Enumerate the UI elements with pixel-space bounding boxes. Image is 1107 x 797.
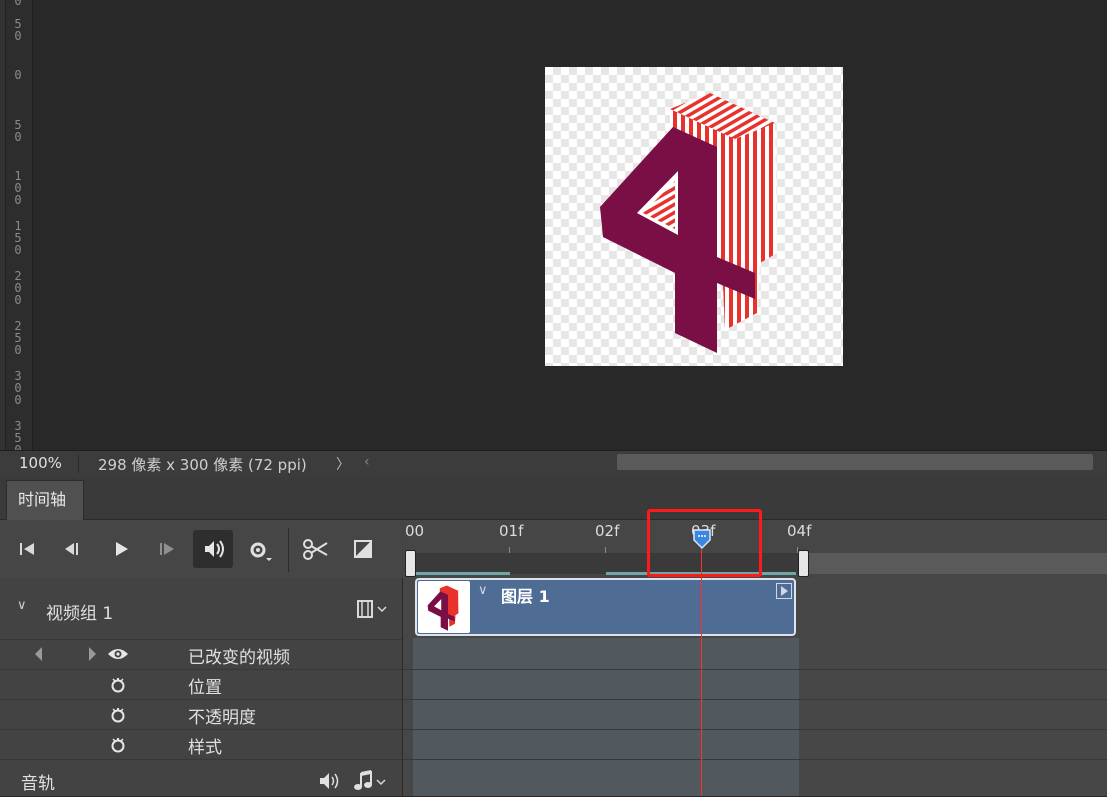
status-menu-arrow-icon[interactable]: 〉 [336,454,350,474]
previous-frame-icon[interactable] [58,531,88,567]
status-divider [78,455,79,473]
row-divider [403,759,1107,760]
clip-layer-name: 图层 1 [501,587,550,606]
property-altered-video: 已改变的视频 [188,648,290,668]
layer-clip[interactable] [415,578,796,636]
row-divider [0,699,402,700]
row-divider [0,759,402,760]
highlight-box [647,509,762,577]
property-position: 位置 [188,678,222,698]
horizontal-scrollbar[interactable] [617,454,1093,470]
vertical-ruler[interactable]: 0 5 0 0 5 0 1 0 0 1 5 0 2 0 0 2 5 0 3 0 … [0,0,33,456]
row-divider [403,729,1107,730]
filmstrip-menu-icon[interactable] [356,598,390,620]
number-four-image [600,93,777,353]
ruler-label: 5 0 [14,17,22,43]
timeline-tick-label: 00 [405,522,425,540]
clip-thumbnail [418,581,470,633]
timeline-tick-label: 02f [595,522,620,540]
go-to-first-frame-icon[interactable] [14,531,44,567]
speaker-icon [205,540,224,558]
controls-divider [288,528,289,572]
collapse-chevron-icon[interactable]: ∨ [17,598,27,613]
settings-gear-icon[interactable] [244,532,274,568]
document-info: 298 像素 x 300 像素 (72 ppi) [98,456,307,474]
timeline-tick-label: 04f [787,522,812,540]
ruler-label: 0 [14,68,22,82]
ruler-label: 0 [14,0,22,8]
video-group-name[interactable]: 视频组 1 [46,599,113,624]
clip-end-arrow-icon[interactable] [776,583,792,599]
stopwatch-icon[interactable] [110,737,126,753]
clip-collapse-chevron-icon[interactable]: ∨ [478,583,488,598]
music-note-menu-icon[interactable] [353,769,391,793]
property-style: 样式 [188,738,222,758]
row-divider [403,699,1107,700]
play-icon[interactable] [106,531,136,567]
next-keyframe-icon[interactable] [86,645,100,663]
audio-speaker-icon[interactable] [318,770,342,792]
stopwatch-icon[interactable] [110,707,126,723]
row-divider [403,669,1107,670]
cached-frames-bar [414,572,510,575]
scroll-left-arrow-icon[interactable]: ‹ [364,454,370,470]
work-area-start-handle[interactable] [405,550,416,577]
transition-icon[interactable] [348,531,378,567]
canvas[interactable] [545,67,843,366]
split-scissors-icon[interactable] [300,531,330,567]
work-area-end-handle[interactable] [798,550,809,577]
ruler-label: 1 0 0 [14,169,22,207]
mute-audio-button[interactable] [193,530,233,568]
ruler-label: 2 0 0 [14,269,22,307]
ruler-label: 3 0 0 [14,369,22,407]
panel-tab-bar [0,477,1107,520]
ruler-label: 2 5 0 [14,319,22,357]
playhead-line [701,549,702,796]
property-opacity: 不透明度 [188,708,256,728]
clip-properties-region [413,638,799,796]
eye-visibility-icon[interactable] [107,646,129,662]
zoom-level[interactable]: 100% [19,454,62,472]
next-frame-icon[interactable] [152,531,182,567]
row-divider [0,729,402,730]
row-divider [0,669,402,670]
timeline-tick-label: 01f [499,522,524,540]
audio-track-name: 音轨 [21,774,55,794]
tab-timeline-label: 时间轴 [18,490,67,509]
ruler-label: 5 0 [14,118,22,144]
previous-keyframe-icon[interactable] [32,645,46,663]
row-divider [0,639,402,640]
stopwatch-icon[interactable] [110,677,126,693]
ruler-edge [0,0,6,450]
ruler-label: 1 5 0 [14,219,22,257]
